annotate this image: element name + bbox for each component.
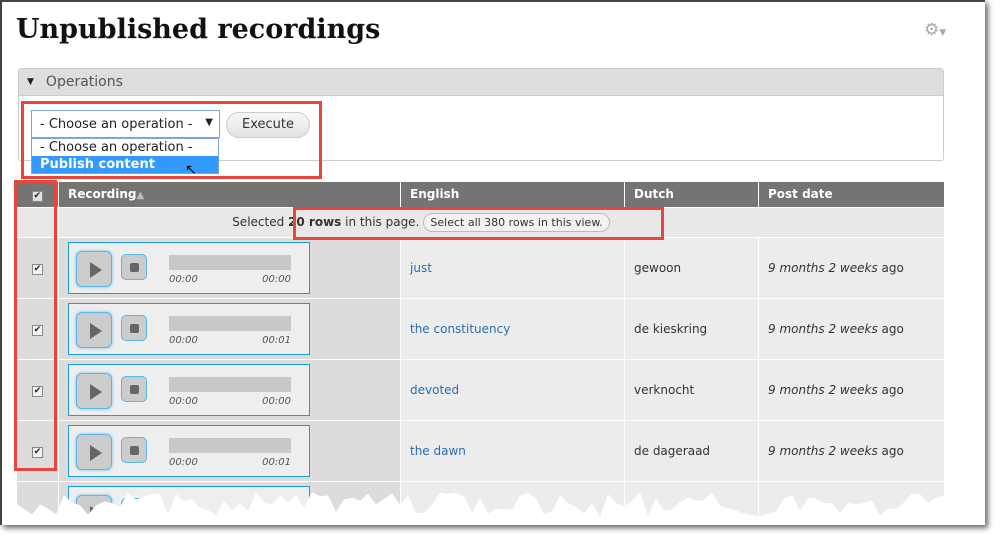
highlight-box-select-all — [293, 207, 664, 240]
time-duration: 00:01 — [262, 456, 291, 468]
progress-bar[interactable] — [169, 437, 291, 453]
dutch-text: de dageraad — [624, 419, 759, 482]
dutch-text: gewoon — [624, 236, 759, 299]
progress-bar[interactable] — [169, 254, 291, 270]
stop-icon[interactable] — [121, 497, 147, 517]
sort-asc-icon: ▲ — [136, 190, 145, 202]
post-date: 9 months 2 weeks ago — [758, 358, 945, 421]
collapse-triangle-icon: ▼ — [27, 77, 34, 87]
english-link[interactable]: just — [410, 261, 432, 275]
play-icon[interactable] — [76, 494, 112, 517]
highlight-box-checkboxes — [14, 180, 57, 471]
stop-icon[interactable] — [121, 314, 147, 341]
audio-player: 00:00 00:01 — [68, 424, 310, 477]
english-link[interactable]: devoted — [410, 383, 459, 397]
dutch-text: de kieskring — [624, 297, 759, 360]
time-current: 00:00 — [169, 456, 198, 468]
time-duration: 00:00 — [262, 273, 291, 285]
table-row: ✔ 00:00 00:01 the dawn de dageraad 9 mont… — [16, 419, 945, 482]
post-date: 9 months 2 weeks ago — [758, 297, 945, 360]
table-row: ✔ 00:00 00:00 just gewoon 9 months 2 week… — [16, 236, 945, 299]
play-icon[interactable] — [76, 311, 112, 348]
page-screenshot: Unpublished recordings ⚙▼ ▼ Operations - … — [0, 0, 985, 525]
header-english: English — [400, 182, 625, 207]
stop-icon[interactable] — [121, 253, 147, 280]
operations-legend: Operations — [45, 74, 123, 90]
stop-icon[interactable] — [121, 375, 147, 402]
post-date: 9 months 2 weeks ago — [758, 419, 945, 482]
highlight-box-operations — [21, 101, 322, 179]
operations-toggle[interactable]: ▼ Operations — [19, 69, 943, 96]
play-icon[interactable] — [76, 250, 112, 287]
time-duration: 00:00 — [262, 395, 291, 407]
progress-bar[interactable] — [169, 376, 291, 392]
header-post-date: Post date — [758, 182, 945, 207]
gear-icon[interactable]: ⚙▼ — [924, 20, 946, 40]
header-recording[interactable]: Recording▲ — [58, 182, 401, 207]
table-row: ✔ 00:00 00:01 the constituency de kieskri… — [16, 297, 945, 360]
audio-player: 00:00 00:00 — [68, 363, 310, 416]
post-date: 9 months 2 weeks ago — [758, 236, 945, 299]
header-dutch: Dutch — [624, 182, 759, 207]
dutch-text: verknocht — [624, 358, 759, 421]
table-row: ✔ 00:00 00:00 devoted verknocht 9 months … — [16, 358, 945, 421]
page-title: Unpublished recordings — [16, 14, 381, 45]
stop-icon[interactable] — [121, 436, 147, 463]
time-current: 00:00 — [169, 334, 198, 346]
english-link[interactable]: the dawn — [410, 444, 466, 458]
time-current: 00:00 — [169, 273, 198, 285]
time-duration: 00:01 — [262, 334, 291, 346]
time-current: 00:00 — [169, 395, 198, 407]
play-icon[interactable] — [76, 372, 112, 409]
play-icon[interactable] — [76, 433, 112, 470]
audio-player — [68, 485, 310, 517]
progress-bar[interactable] — [169, 315, 291, 331]
audio-player: 00:00 00:01 — [68, 302, 310, 355]
audio-player: 00:00 00:00 — [68, 241, 310, 294]
english-link[interactable]: the constituency — [410, 322, 510, 336]
